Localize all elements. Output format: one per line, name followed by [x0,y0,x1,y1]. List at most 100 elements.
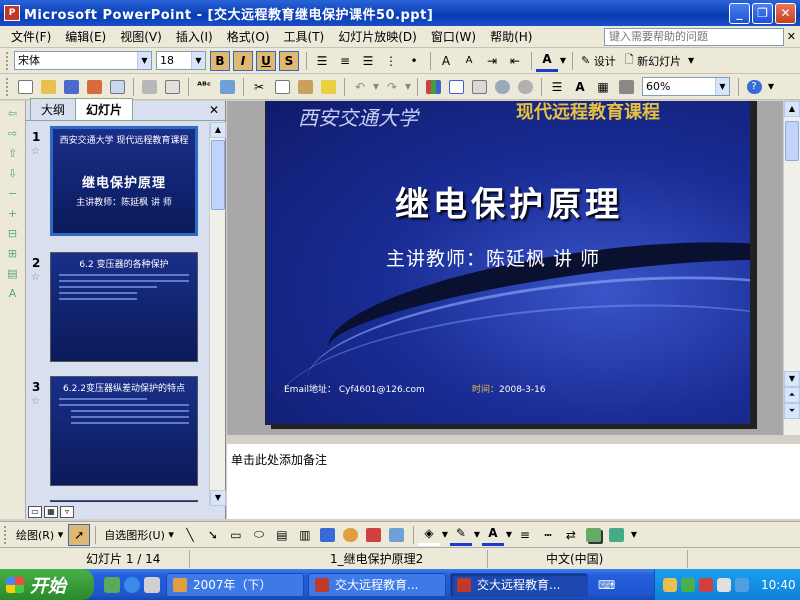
insert-table-icon[interactable] [445,76,467,98]
bold-button[interactable]: B [210,50,230,71]
chevron-down-icon[interactable]: ▼ [191,52,205,69]
bullet-list-icon[interactable]: • [403,50,425,72]
redo-icon[interactable]: ↷ [381,76,403,98]
open-folder-icon[interactable] [37,76,59,98]
expand-icon[interactable]: + [5,207,21,221]
toolbar-options-icon[interactable]: ▼ [686,50,696,72]
draw-menu-button[interactable]: 绘图(R) ▾ [12,524,67,546]
menu-format[interactable]: 格式(O) [220,28,277,45]
close-document-icon[interactable]: ✕ [787,30,796,43]
zoom-select[interactable]: 60% ▼ [642,77,730,96]
start-button[interactable]: 开始 [0,569,94,600]
help-icon[interactable]: ? [743,76,765,98]
minimize-button[interactable]: _ [729,3,750,24]
save-icon[interactable] [60,76,82,98]
paste-icon[interactable] [294,76,316,98]
align-left-icon[interactable]: ☰ [311,50,333,72]
tray-icon[interactable] [663,577,677,592]
slide-date[interactable]: 时间：2008-3-16 [472,382,546,395]
tables-borders-icon[interactable] [468,76,490,98]
insert-hyperlink-icon[interactable] [514,76,536,98]
close-panel-icon[interactable]: ✕ [209,103,219,117]
scroll-thumb[interactable] [785,121,799,161]
promote-icon[interactable]: ⇦ [5,107,21,121]
permission-icon[interactable] [83,76,105,98]
keyboard-icon[interactable]: ⌨ [592,573,622,597]
arrow-icon[interactable]: ➘ [202,524,224,546]
insert-picture-icon[interactable] [386,524,408,546]
chevron-down-icon[interactable]: ▼ [473,524,481,546]
shadow-button[interactable]: S [279,50,299,71]
chevron-down-icon[interactable]: ▼ [505,524,513,546]
quick-launch-icon[interactable] [144,576,160,593]
taskbar-item[interactable]: 交大远程教育... [308,572,446,597]
slide-title[interactable]: 继电保护原理 [266,177,750,226]
print-icon[interactable] [138,76,160,98]
chevron-down-icon[interactable]: ▼ [404,76,412,98]
scroll-thumb[interactable] [211,140,225,210]
align-center-icon[interactable]: ≡ [334,50,356,72]
scroll-up-icon[interactable]: ▲ [210,122,226,138]
diagram-icon[interactable] [340,524,362,546]
3d-style-icon[interactable] [606,524,628,546]
font-size-select[interactable]: 18 ▼ [156,51,206,70]
tab-slides[interactable]: 幻灯片 [75,98,134,120]
taskbar-item[interactable]: 2007年（下） [166,572,304,597]
menu-window[interactable]: 窗口(W) [424,28,483,45]
move-up-icon[interactable]: ⇧ [5,147,21,161]
move-down-icon[interactable]: ⇩ [5,167,21,181]
grid-icon[interactable]: ▦ [592,76,614,98]
slide-presenter[interactable]: 主讲教师：陈延枫 讲 师 [386,244,600,271]
line-color-icon[interactable]: ✎ [449,524,472,546]
scroll-up-icon[interactable]: ▲ [784,101,800,117]
italic-button[interactable]: I [233,50,253,71]
design-button[interactable]: ✎ 设计 [577,50,620,72]
slide-scrollbar[interactable]: ▲ ▼ ⏶ ⏷ [783,101,800,435]
slide-thumbnail[interactable]: 西安交通大学 现代远程教育课程 继电保护原理 主讲教师：陈延枫 讲 师 [50,126,198,236]
taskbar-item-active[interactable]: 交大远程教育... [450,572,588,597]
cut-icon[interactable]: ✂ [248,76,270,98]
show-formatting-icon[interactable]: A [569,76,591,98]
slide-email[interactable]: Email地址： Cyf4601@126.com [284,382,425,395]
menu-file[interactable]: 文件(F) [4,28,58,45]
wordart-icon[interactable] [317,524,339,546]
demote-icon[interactable]: ⇨ [5,127,21,141]
font-color-icon[interactable]: A [481,524,504,546]
decrease-indent-icon[interactable]: ⇤ [504,50,526,72]
tab-outline[interactable]: 大纲 [30,98,77,120]
font-select[interactable]: 宋体 ▼ [14,51,152,70]
color-grayscale-icon[interactable] [615,76,637,98]
increase-font-icon[interactable]: A [435,50,457,72]
slide-sorter-icon[interactable]: ▦ [44,506,58,518]
toolbar-options-icon[interactable]: ▼ [629,524,639,546]
expand-all-icon[interactable]: ☰ [546,76,568,98]
slide-thumbnail[interactable]: 6.2.2变压器纵差动保护的特点 [50,376,198,486]
toolbar-options-icon[interactable]: ▼ [766,76,776,98]
research-icon[interactable] [216,76,238,98]
thumbnail-scrollbar[interactable]: ▲ ▼ [209,122,226,506]
scroll-down-icon[interactable]: ▼ [784,371,800,387]
volume-icon[interactable] [717,577,731,592]
slideshow-icon[interactable]: ▿ [60,506,74,518]
menu-slideshow[interactable]: 幻灯片放映(D) [331,28,424,45]
slide-canvas[interactable]: 西安交通大学 现代远程教育课程 继电保护原理 主讲教师：陈延枫 讲 师 Emai… [265,101,751,425]
undo-icon[interactable]: ↶ [349,76,371,98]
chevron-down-icon[interactable]: ▼ [441,524,449,546]
clock[interactable]: 10:40 [761,578,796,592]
oval-icon[interactable]: ⬭ [248,524,270,546]
clipart-icon[interactable] [363,524,385,546]
notes-pane[interactable]: 单击此处添加备注 [227,440,800,519]
autoshapes-button[interactable]: 自选图形(U) ▾ [100,524,178,546]
format-painter-icon[interactable] [317,76,339,98]
line-style-icon[interactable]: ≡ [514,524,536,546]
quick-launch-icon[interactable] [104,576,120,593]
collapse-icon[interactable]: − [5,187,21,201]
help-search-input[interactable]: 键入需要帮助的问题 [604,28,784,46]
slide-thumbnail[interactable] [50,500,198,502]
insert-chart-icon[interactable] [422,76,444,98]
slide-thumbnail[interactable]: 6.2 变压器的各种保护 [50,252,198,362]
menu-view[interactable]: 视图(V) [113,28,169,45]
spelling-icon[interactable]: ᴬᴮᶜ [193,76,215,98]
next-slide-icon[interactable]: ⏷ [784,403,800,419]
new-slide-button[interactable]: 🗋 新幻灯片 [621,50,685,72]
